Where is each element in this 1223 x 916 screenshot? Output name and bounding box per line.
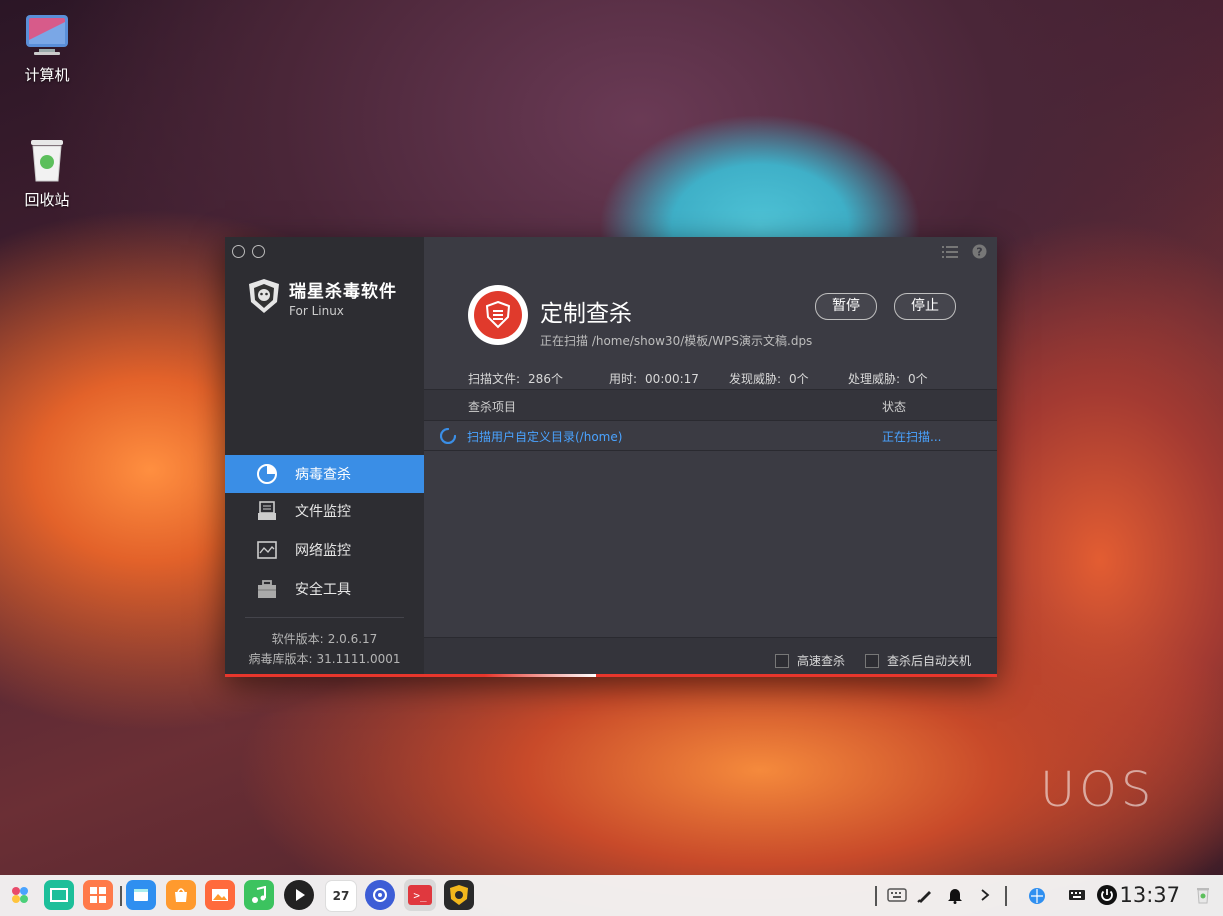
auto-shutdown-checkbox[interactable]: 查杀后自动关机 bbox=[865, 652, 971, 669]
nav-label: 文件监控 bbox=[295, 504, 351, 520]
scan-title: 定制查杀 bbox=[540, 301, 632, 327]
scan-item-name: 扫描用户自定义目录(/home) bbox=[467, 430, 623, 444]
app-grid-icon[interactable] bbox=[83, 880, 113, 910]
pause-button[interactable]: 暂停 bbox=[815, 293, 877, 320]
menu-list-icon[interactable] bbox=[942, 244, 958, 263]
window-minimize-button[interactable] bbox=[252, 245, 265, 258]
svg-text:?: ? bbox=[976, 246, 982, 259]
scan-options-bar: 高速查杀 查杀后自动关机 bbox=[424, 637, 997, 675]
trash-icon bbox=[27, 137, 67, 183]
stat-threats-found: 发现威胁: 0个 bbox=[729, 372, 809, 386]
nav-label: 病毒查杀 bbox=[295, 467, 351, 483]
scan-shield bbox=[468, 285, 528, 345]
taskbar-divider bbox=[875, 886, 877, 906]
scan-current-path: 正在扫描 /home/show30/模板/WPS演示文稿.dps bbox=[540, 334, 813, 348]
desktop-trash-shortcut[interactable]: 回收站 bbox=[7, 137, 87, 210]
music-icon[interactable] bbox=[244, 880, 274, 910]
stop-button[interactable]: 停止 bbox=[894, 293, 956, 320]
chevron-right-icon[interactable] bbox=[970, 880, 1000, 910]
stat-elapsed-time: 用时: 00:00:17 bbox=[609, 372, 699, 386]
calendar-icon[interactable]: 27 bbox=[325, 880, 357, 912]
spinner-icon bbox=[439, 427, 457, 447]
checkbox-box[interactable] bbox=[865, 653, 879, 668]
app-store-icon[interactable] bbox=[166, 880, 196, 910]
taskbar-divider bbox=[120, 886, 122, 906]
brand-subtitle: For Linux bbox=[289, 304, 344, 318]
file-manager-icon[interactable] bbox=[126, 880, 156, 910]
desktop-computer-shortcut[interactable]: 计算机 bbox=[7, 14, 87, 85]
checkbox-label: 查杀后自动关机 bbox=[887, 654, 972, 668]
desktop-icon-label: 回收站 bbox=[24, 191, 70, 209]
rising-antivirus-icon[interactable] bbox=[444, 880, 474, 910]
fast-scan-checkbox[interactable]: 高速查杀 bbox=[775, 652, 845, 669]
column-header-status: 状态 bbox=[882, 400, 907, 414]
brand: 瑞星杀毒软件 For Linux bbox=[247, 277, 397, 318]
ime-keyboard-icon[interactable] bbox=[1062, 880, 1092, 910]
keyboard-icon[interactable] bbox=[882, 880, 912, 910]
window-close-button[interactable] bbox=[232, 245, 245, 258]
desktop-icon-label: 计算机 bbox=[24, 66, 70, 84]
pen-icon[interactable] bbox=[910, 880, 940, 910]
antivirus-window: 瑞星杀毒软件 For Linux 病毒查杀 文件监控 网络监控 安全工具 软件版… bbox=[225, 237, 997, 677]
image-viewer-icon[interactable] bbox=[205, 880, 235, 910]
taskbar-divider bbox=[1005, 886, 1007, 906]
settings-icon[interactable] bbox=[365, 880, 395, 910]
power-icon[interactable] bbox=[1092, 880, 1122, 910]
stat-scanned-files: 扫描文件: 286个 bbox=[468, 372, 563, 386]
window-top-icons: ? bbox=[942, 244, 987, 263]
nav-file-monitor[interactable]: 文件监控 bbox=[225, 492, 424, 530]
nav-label: 网络监控 bbox=[295, 543, 351, 559]
video-player-icon[interactable] bbox=[284, 880, 314, 910]
brand-name: 瑞星杀毒软件 bbox=[289, 282, 397, 302]
software-version: 软件版本: 2.0.6.17 bbox=[271, 632, 378, 646]
rising-lion-shield-icon bbox=[247, 278, 281, 318]
pie-chart-icon bbox=[255, 462, 279, 486]
network-icon[interactable] bbox=[1022, 880, 1052, 910]
terminal-icon[interactable]: >_ bbox=[404, 879, 436, 911]
main-panel: ? 定制查杀 正在扫描 /home/show30/模板/WPS演示文稿.dps … bbox=[424, 237, 997, 675]
document-tray-icon bbox=[255, 499, 279, 523]
uos-watermark: UOS bbox=[1040, 762, 1156, 818]
stat-threats-handled: 处理威胁: 0个 bbox=[848, 372, 928, 386]
multitask-view-icon[interactable] bbox=[44, 880, 74, 910]
scan-progress-fill bbox=[225, 674, 596, 677]
nav-virus-scan[interactable]: 病毒查杀 bbox=[225, 455, 424, 493]
scan-table-header: 查杀项目 状态 bbox=[424, 389, 997, 421]
column-header-item: 查杀项目 bbox=[468, 400, 517, 414]
scan-progress-bar bbox=[225, 674, 997, 677]
taskbar: 27 >_ 13:37 bbox=[0, 875, 1223, 916]
help-icon[interactable]: ? bbox=[972, 244, 987, 263]
launcher-icon[interactable] bbox=[5, 880, 35, 910]
sidebar: 瑞星杀毒软件 For Linux 病毒查杀 文件监控 网络监控 安全工具 软件版… bbox=[225, 237, 424, 674]
divider bbox=[245, 617, 404, 618]
table-row[interactable]: 扫描用户自定义目录(/home) 正在扫描... bbox=[424, 420, 997, 451]
nav-network-monitor[interactable]: 网络监控 bbox=[225, 531, 424, 569]
computer-icon bbox=[24, 14, 70, 58]
network-wave-icon bbox=[255, 538, 279, 562]
bell-icon[interactable] bbox=[940, 880, 970, 910]
toolbox-icon bbox=[255, 577, 279, 601]
calendar-day: 27 bbox=[332, 889, 350, 903]
shield-icon bbox=[468, 285, 528, 345]
checkbox-box[interactable] bbox=[775, 653, 789, 668]
trash-icon[interactable] bbox=[1192, 880, 1214, 910]
checkbox-label: 高速查杀 bbox=[797, 654, 846, 668]
clock[interactable]: 13:37 bbox=[1119, 883, 1180, 907]
virus-db-version: 病毒库版本: 31.1111.0001 bbox=[248, 652, 401, 666]
nav-security-tools[interactable]: 安全工具 bbox=[225, 570, 424, 608]
scan-item-status: 正在扫描... bbox=[882, 430, 942, 444]
nav-label: 安全工具 bbox=[295, 582, 351, 598]
